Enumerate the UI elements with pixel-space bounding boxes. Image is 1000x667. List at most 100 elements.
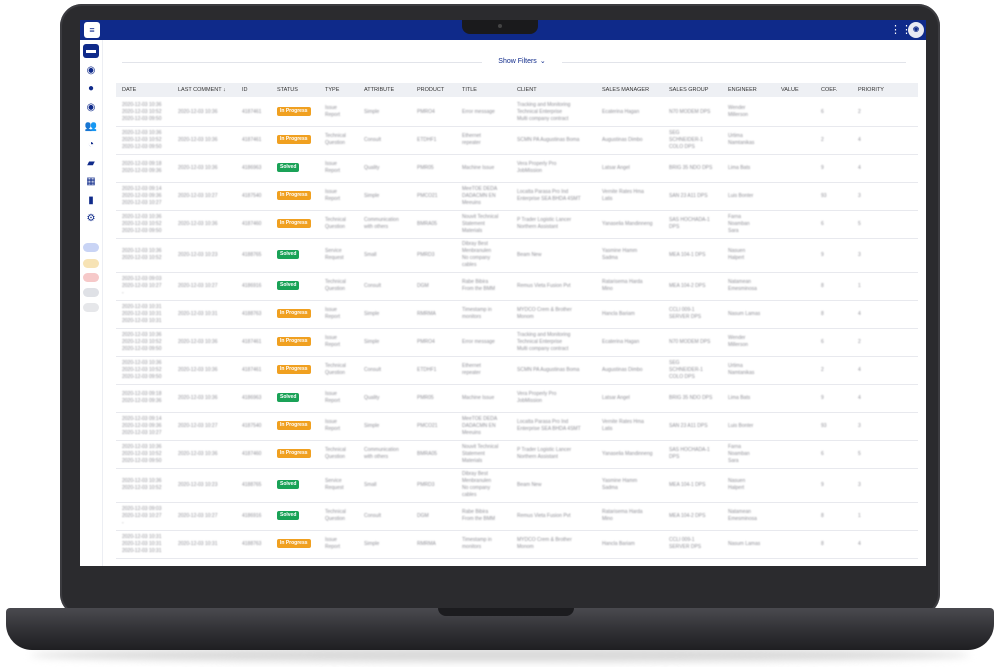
dashboard-icon[interactable]: ▬ [83,44,99,58]
grid-apps-icon[interactable]: ⋮⋮⋮ [890,23,923,37]
table-row[interactable]: 2020-12-03 09:14 2020-12-03 09:36 2020-12-… [116,412,918,441]
status-badge: In Progress [277,191,311,200]
camera-notch [462,20,538,34]
status-badge: In Progress [277,337,311,346]
column-header-client[interactable]: CLIENT [517,83,537,97]
cell-title: Dibray Best Menbranulen No company cables [462,241,492,268]
show-filters-button[interactable]: Show Filters ⌄ [487,56,557,68]
clock-icon[interactable]: ◔ [83,138,99,152]
table-row[interactable]: 2020-12-03 10:36 2020-12-03 10:52 2020-12-… [116,98,918,127]
divider [122,62,482,63]
cell-date: 2020-12-03 09:14 2020-12-03 09:36 2020-12-… [122,185,162,206]
cell-attr: Simple [364,540,380,547]
cell-client: MYDCO Crem & Brother Monom [517,537,572,550]
column-header-engineer[interactable]: ENGINEER [728,83,757,97]
cell-id: 4187460 [242,450,262,457]
table-row[interactable]: 2020-12-03 10:36 2020-12-03 10:52 2020-12-… [116,238,918,273]
eye-outline-icon[interactable]: ◉ [83,101,99,115]
cell-type: Issue Report [325,105,341,118]
table-header: DATE LAST COMMENT ↓ ID STATUS TYPE ATTRIBUTE P… [116,83,918,97]
column-header-coef[interactable]: COEF. [821,83,837,97]
cell-sg: MEA 104-2 DPS [669,512,706,519]
cell-sg: N70 MODEM DPS [669,108,711,115]
column-header-sales-manager[interactable]: SALES MANAGER [602,83,649,97]
cell-coef: 8 [821,282,824,289]
table-row[interactable]: 2020-12-03 10:36 2020-12-03 10:52 2020-12-… [116,468,918,503]
cell-coef: 9 [821,251,824,258]
table-row[interactable]: 2020-12-03 10:31 2020-12-03 10:31 2020-12-… [116,300,918,329]
cell-product: PMRD3 [417,251,435,258]
cell-prio: 4 [858,540,861,547]
column-header-id[interactable]: ID [242,83,248,97]
cell-prio: 1 [858,282,861,289]
cell-date: 2020-12-03 09:14 2020-12-03 09:36 2020-12-… [122,415,162,436]
cell-product: RMRMA [417,540,436,547]
cell-id: 4187540 [242,192,262,199]
cell-eng: Urtima Namtanikas [728,363,755,376]
sidebar-count-badge[interactable] [83,273,99,282]
document-icon[interactable]: ▮ [83,194,99,208]
sidebar-count-badge[interactable] [83,303,99,312]
users-icon[interactable]: 👥 [83,120,99,134]
cell-attr: Consult [364,282,381,289]
cell-title: Nouvit Technical Statement Materials [462,443,499,464]
cell-last: 2020-12-03 10:36 [178,394,218,401]
cell-title: Timestamp in monitors [462,307,492,320]
cell-eng: Luis Bonter [728,422,754,429]
table-row[interactable]: 2020-12-03 09:14 2020-12-03 09:36 2020-12-… [116,182,918,211]
cell-sm: Vernite Rates Hma Latis [602,419,644,432]
app-logo-icon[interactable]: ≡ [84,22,100,38]
table-row[interactable]: 2020-12-03 10:36 2020-12-03 10:52 2020-12-… [116,126,918,155]
cell-prio: 4 [858,394,861,401]
column-header-value[interactable]: VALUE [781,83,799,97]
column-header-last-comment[interactable]: LAST COMMENT ↓ [178,83,226,97]
column-header-sales-group[interactable]: SALES GROUP [669,83,708,97]
cell-eng: Nasuen Halpert [728,248,746,261]
status-badge: In Progress [277,135,311,144]
cell-prio: 2 [858,108,861,115]
truck-icon[interactable]: ▰ [83,157,99,171]
status-badge: In Progress [277,449,311,458]
sidebar: ▬ ◉ ● ◉ 👥 ◔ ▰ ▦ ▮ ⚙ [80,40,103,566]
table-row[interactable]: 2020-12-03 10:36 2020-12-03 10:52 2020-12-… [116,356,918,385]
user-avatar[interactable]: ◉ [908,22,924,38]
cell-last: 2020-12-03 10:36 [178,108,218,115]
circle-icon[interactable]: ● [83,82,99,96]
cell-sm: Yasmine Hamm Sadma [602,478,638,491]
table-row[interactable]: 2020-12-03 09:18 2020-12-03 09:36 2020-12-… [116,384,918,413]
table-row[interactable]: 2020-12-03 10:36 2020-12-03 10:52 2020-12-… [116,328,918,357]
table-row[interactable]: 2020-12-03 10:31 2020-12-03 10:31 2020-12-… [116,530,918,559]
settings-gear-icon[interactable]: ⚙ [83,212,99,226]
sidebar-count-badge[interactable] [83,288,99,297]
column-header-title[interactable]: TITLE [462,83,477,97]
cell-attr: Simple [364,338,380,345]
sidebar-count-badge[interactable] [83,259,99,268]
cell-product: PMRO4 [417,338,435,345]
sidebar-count-badge[interactable] [83,243,99,252]
cell-date: 2020-12-03 10:36 2020-12-03 10:52 2020-12-… [122,101,162,122]
chevron-down-icon: ⌄ [539,58,546,65]
qr-grid-icon[interactable]: ▦ [83,175,99,189]
cell-eng: Natamean Emesminosa [728,279,757,292]
column-header-attribute[interactable]: ATTRIBUTE [364,83,394,97]
cell-attr: Consult [364,366,381,373]
column-header-status[interactable]: STATUS [277,83,298,97]
cell-id: 4187540 [242,422,262,429]
column-header-type[interactable]: TYPE [325,83,339,97]
column-header-priority[interactable]: PRIORITY [858,83,884,97]
table-row[interactable]: 2020-12-03 10:36 2020-12-03 10:52 2020-12-… [116,440,918,469]
eye-icon[interactable]: ◉ [83,64,99,78]
table-row[interactable]: 2020-12-03 09:18 2020-12-03 09:36 2020-12-… [116,154,918,183]
cell-prio: 4 [858,366,861,373]
cell-sm: Yasmine Hamm Sadma [602,248,638,261]
table-row[interactable]: 2020-12-03 09:03 2020-12-03 10:27- 2020-12… [116,502,918,531]
column-header-product[interactable]: PRODUCT [417,83,444,97]
cell-product: PMRO4 [417,108,435,115]
cell-prio: 5 [858,450,861,457]
cell-type: Issue Report [325,391,341,404]
table-row[interactable]: 2020-12-03 09:03 2020-12-03 10:27- 2020-12… [116,272,918,301]
table-row[interactable]: 2020-12-03 10:36 2020-12-03 10:52 2020-12-… [116,210,918,239]
cell-id: 4187461 [242,108,262,115]
column-header-date[interactable]: DATE [122,83,136,97]
cell-title: Ethernet repeater [462,363,481,376]
